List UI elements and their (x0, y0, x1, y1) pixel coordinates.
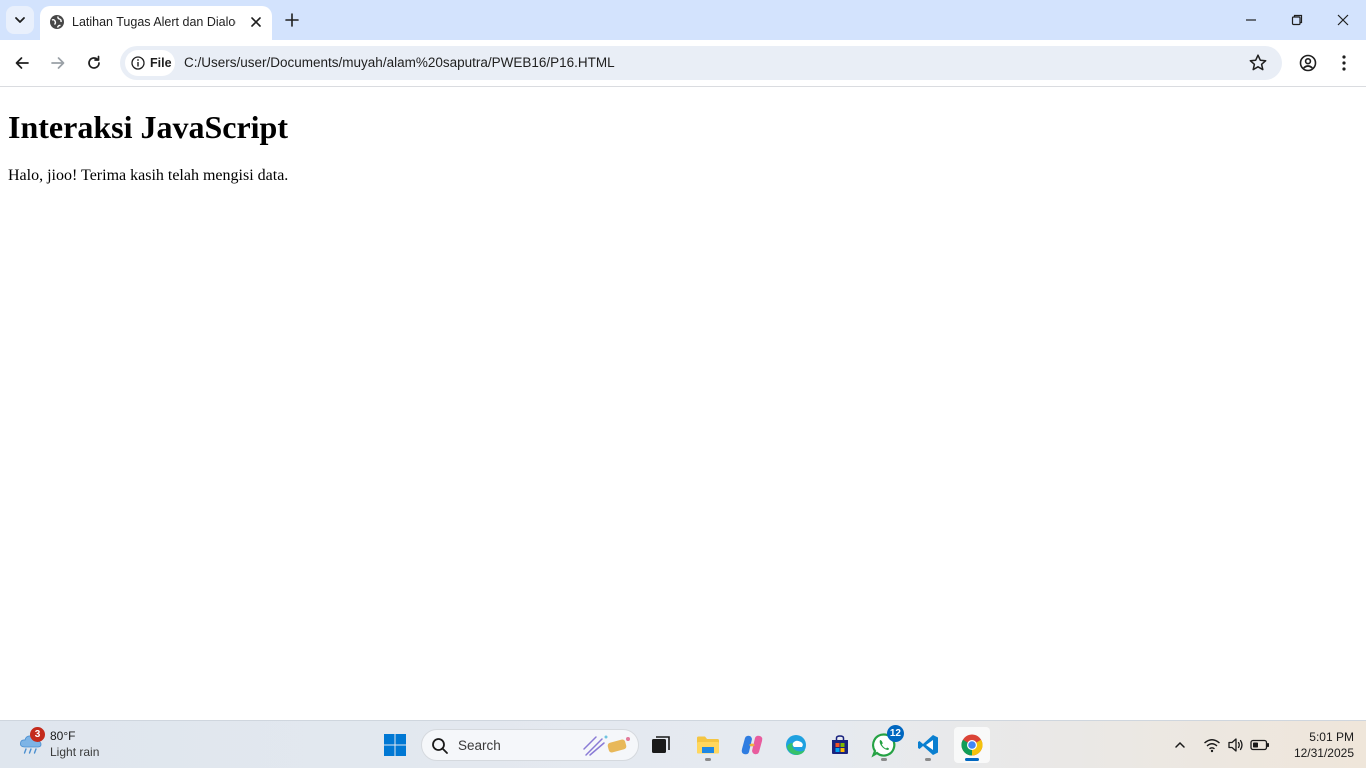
search-label: Search (458, 738, 501, 753)
globe-icon (50, 15, 64, 29)
arrow-left-icon (15, 57, 29, 69)
copilot-button[interactable] (734, 727, 770, 763)
vscode-button[interactable] (910, 727, 946, 763)
network-button[interactable] (1200, 733, 1224, 757)
edge-icon (786, 735, 806, 755)
tab-title: Latihan Tugas Alert dan Dialog (72, 15, 236, 29)
reload-icon (88, 55, 100, 69)
whatsapp-button[interactable]: 12 (866, 725, 904, 763)
address-bar[interactable]: File C:/Users/user/Documents/muyah/alam%… (120, 46, 1282, 80)
active-tab[interactable]: Latihan Tugas Alert dan Dialog (40, 6, 272, 40)
vscode-icon (918, 735, 938, 755)
url-text[interactable]: C:/Users/user/Documents/muyah/alam%20sap… (184, 55, 615, 71)
close-icon (251, 17, 261, 27)
volume-button[interactable] (1224, 733, 1248, 757)
copilot-icon (741, 735, 763, 755)
browser-tab-strip: Latihan Tugas Alert dan Dialog (0, 0, 1366, 40)
speaker-icon (1228, 738, 1243, 752)
wifi-icon (1204, 739, 1220, 753)
windows-logo-icon (384, 734, 406, 756)
folder-icon (697, 736, 719, 754)
windows-taskbar: 3 80°F Light rain Search 12 5:01 PM 12/3… (0, 720, 1366, 768)
tab-search-button[interactable] (6, 6, 34, 34)
profile-icon (1299, 54, 1317, 72)
minimize-button[interactable] (1228, 0, 1274, 40)
restore-button[interactable] (1274, 0, 1320, 40)
weather-condition: Light rain (50, 745, 100, 759)
new-tab-button[interactable] (280, 8, 304, 32)
running-indicator (705, 758, 711, 761)
minimize-icon (1246, 19, 1256, 21)
chevron-down-icon (15, 17, 25, 23)
arrow-right-icon (51, 57, 65, 69)
menu-button[interactable] (1330, 49, 1358, 77)
profile-button[interactable] (1294, 49, 1322, 77)
battery-button[interactable] (1248, 733, 1272, 757)
page-heading: Interaksi JavaScript (8, 109, 288, 145)
weather-temp: 80°F (50, 729, 76, 743)
chevron-up-icon (1175, 741, 1185, 748)
plus-icon (285, 13, 299, 27)
whatsapp-badge: 12 (886, 725, 904, 742)
running-indicator (881, 758, 887, 761)
task-view-icon (652, 736, 670, 753)
battery-icon (1250, 739, 1269, 751)
close-icon (1337, 14, 1349, 26)
taskbar-search[interactable]: Search (421, 729, 639, 761)
running-indicator (925, 758, 931, 761)
store-button[interactable] (822, 727, 858, 763)
store-icon (832, 735, 848, 754)
browser-toolbar: File C:/Users/user/Documents/muyah/alam%… (0, 40, 1366, 87)
site-info-chip[interactable]: File (125, 50, 175, 76)
star-icon[interactable] (1248, 53, 1268, 73)
chrome-button[interactable] (954, 727, 990, 763)
weather-badge: 3 (30, 727, 45, 742)
fireworks-icon (583, 735, 630, 756)
search-icon (432, 738, 448, 754)
restore-icon (1291, 14, 1303, 26)
clock-time: 5:01 PM (1309, 730, 1354, 744)
task-view-button[interactable] (643, 727, 679, 763)
weather-widget[interactable]: 3 80°F Light rain (14, 727, 134, 763)
info-icon (131, 56, 145, 70)
back-button[interactable] (8, 49, 36, 77)
active-indicator (965, 758, 979, 761)
edge-button[interactable] (778, 727, 814, 763)
chrome-icon (961, 734, 983, 756)
reload-button[interactable] (80, 49, 108, 77)
greeting-message: Halo, jioo! Terima kasih telah mengisi d… (8, 167, 289, 184)
more-vertical-icon (1342, 55, 1346, 71)
window-close-button[interactable] (1320, 0, 1366, 40)
site-chip-label: File (150, 56, 172, 70)
file-explorer-button[interactable] (690, 727, 726, 763)
forward-button[interactable] (44, 49, 72, 77)
taskbar-clock[interactable]: 5:01 PM 12/31/2025 (1278, 729, 1354, 761)
clock-date: 12/31/2025 (1293, 746, 1354, 760)
tab-close-button[interactable] (247, 13, 265, 31)
show-hidden-icons-button[interactable] (1168, 733, 1192, 757)
page-content: Interaksi JavaScript Halo, jioo! Terima … (0, 88, 1366, 720)
start-button[interactable] (377, 727, 413, 763)
